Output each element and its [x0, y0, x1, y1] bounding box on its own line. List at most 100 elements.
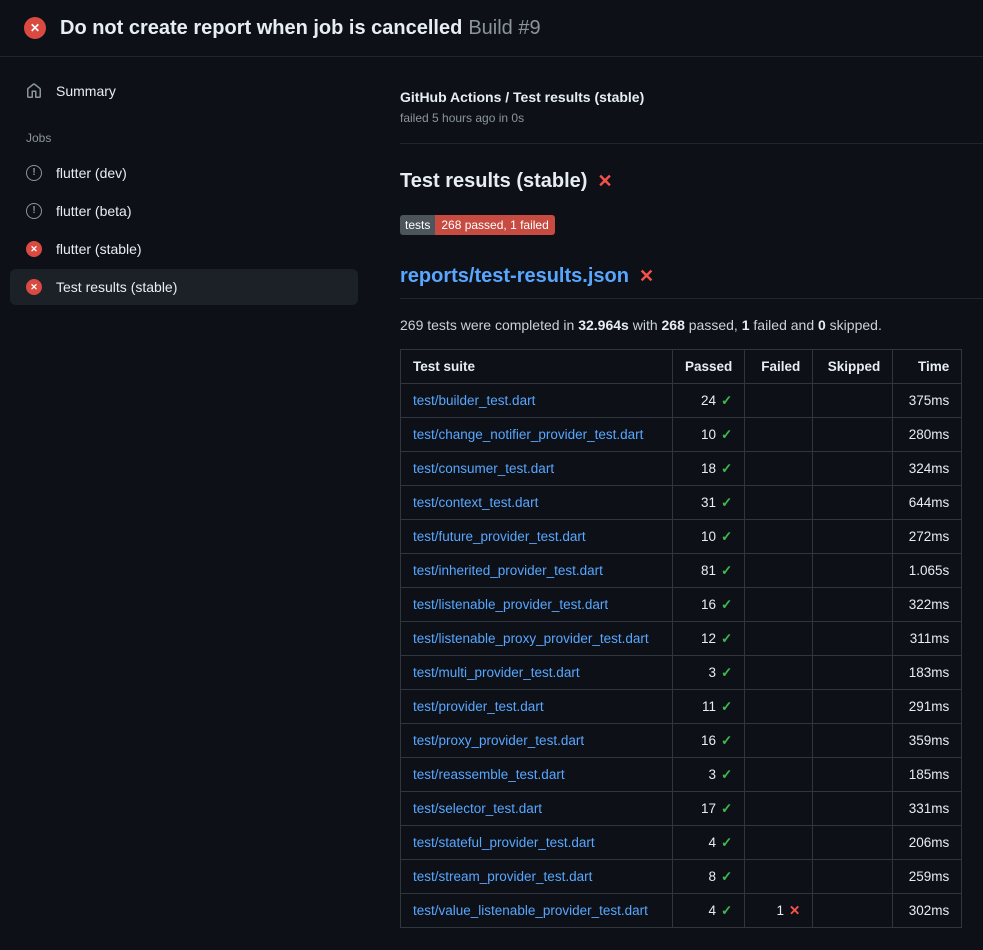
failed-icon: ✕ — [26, 241, 42, 257]
summary-number: 1 — [742, 317, 750, 333]
sidebar-jobs: !flutter (dev)!flutter (beta)✕flutter (s… — [10, 155, 358, 305]
main-content: GitHub Actions / Test results (stable) f… — [368, 57, 983, 950]
suite-cell: test/listenable_proxy_provider_test.dart — [401, 622, 673, 656]
skipped-cell — [813, 452, 893, 486]
divider — [400, 143, 983, 144]
suite-cell: test/stateful_provider_test.dart — [401, 826, 673, 860]
suite-cell: test/listenable_provider_test.dart — [401, 588, 673, 622]
suite-link[interactable]: test/selector_test.dart — [413, 801, 542, 816]
failed-x-icon: ✕ — [597, 171, 612, 192]
table-row: test/multi_provider_test.dart3✓183ms — [401, 656, 962, 690]
suite-cell: test/context_test.dart — [401, 486, 673, 520]
table-row: test/change_notifier_provider_test.dart 1… — [401, 418, 962, 452]
time-cell: 302ms — [893, 894, 962, 928]
sidebar-item-summary[interactable]: Summary — [10, 73, 358, 109]
skipped-cell — [813, 418, 893, 452]
home-icon — [26, 83, 42, 99]
table-row: test/provider_test.dart11✓291ms — [401, 690, 962, 724]
failed-cell: 1✕ — [745, 894, 813, 928]
suite-link[interactable]: test/consumer_test.dart — [413, 461, 554, 476]
table-row: test/future_provider_test.dart10✓272ms — [401, 520, 962, 554]
suite-link[interactable]: test/value_listenable_provider_test.dart — [413, 903, 648, 918]
suite-link[interactable]: test/provider_test.dart — [413, 699, 544, 714]
summary-fragment: failed and — [750, 317, 819, 333]
failed-cell — [745, 418, 813, 452]
report-heading: reports/test-results.json ✕ — [400, 265, 983, 299]
build-title: Do not create report when job is cancell… — [60, 17, 462, 39]
tests-badge: tests 268 passed, 1 failed — [400, 215, 555, 235]
check-icon: ✓ — [721, 597, 732, 612]
check-icon: ✓ — [721, 835, 732, 850]
passed-cell: 81✓ — [673, 554, 745, 588]
summary-fragment: skipped. — [826, 317, 882, 333]
suite-cell: test/provider_test.dart — [401, 690, 673, 724]
sidebar: Summary Jobs !flutter (dev)!flutter (bet… — [0, 57, 368, 950]
passed-cell: 31✓ — [673, 486, 745, 520]
breadcrumb: GitHub Actions / Test results (stable) — [400, 89, 983, 105]
failed-icon: ✕ — [26, 279, 42, 295]
passed-cell: 11✓ — [673, 690, 745, 724]
sidebar-item-job[interactable]: !flutter (beta) — [10, 193, 358, 229]
suite-cell: test/consumer_test.dart — [401, 452, 673, 486]
suite-cell: test/value_listenable_provider_test.dart — [401, 894, 673, 928]
passed-cell: 16✓ — [673, 588, 745, 622]
passed-count: 17 — [701, 801, 716, 816]
time-cell: 280ms — [893, 418, 962, 452]
failed-cell — [745, 520, 813, 554]
suite-link[interactable]: test/stateful_provider_test.dart — [413, 835, 595, 850]
table-row: test/builder_test.dart24✓375ms — [401, 384, 962, 418]
passed-count: 4 — [708, 903, 716, 918]
check-icon: ✓ — [721, 903, 732, 918]
failed-cell — [745, 384, 813, 418]
passed-count: 10 — [701, 427, 716, 442]
suite-link[interactable]: test/listenable_proxy_provider_test.dart — [413, 631, 649, 646]
table-row: test/selector_test.dart17✓331ms — [401, 792, 962, 826]
suite-link[interactable]: test/proxy_provider_test.dart — [413, 733, 584, 748]
skipped-cell — [813, 554, 893, 588]
passed-count: 4 — [708, 835, 716, 850]
suite-link[interactable]: test/stream_provider_test.dart — [413, 869, 592, 884]
failed-cell — [745, 860, 813, 894]
table-row: test/stream_provider_test.dart8✓259ms — [401, 860, 962, 894]
time-cell: 644ms — [893, 486, 962, 520]
suite-link[interactable]: test/multi_provider_test.dart — [413, 665, 580, 680]
table-row: test/listenable_proxy_provider_test.dart… — [401, 622, 962, 656]
passed-cell: 18✓ — [673, 452, 745, 486]
passed-count: 10 — [701, 529, 716, 544]
col-header-skipped: Skipped — [813, 350, 893, 384]
failed-cell — [745, 792, 813, 826]
sidebar-item-job[interactable]: ✕flutter (stable) — [10, 231, 358, 267]
failed-cell — [745, 690, 813, 724]
sidebar-item-job[interactable]: !flutter (dev) — [10, 155, 358, 191]
failed-cell — [745, 452, 813, 486]
report-link[interactable]: reports/test-results.json — [400, 265, 629, 288]
suite-link[interactable]: test/listenable_provider_test.dart — [413, 597, 608, 612]
col-header-passed: Passed — [673, 350, 745, 384]
time-cell: 185ms — [893, 758, 962, 792]
suite-link[interactable]: test/context_test.dart — [413, 495, 538, 510]
skipped-cell — [813, 656, 893, 690]
passed-count: 81 — [701, 563, 716, 578]
suite-link[interactable]: test/reassemble_test.dart — [413, 767, 565, 782]
build-header: ✕ Do not create report when job is cance… — [0, 0, 983, 57]
failed-count: 1 — [776, 903, 784, 918]
table-row: test/reassemble_test.dart3✓185ms — [401, 758, 962, 792]
time-cell: 1.065s — [893, 554, 962, 588]
check-icon: ✓ — [721, 529, 732, 544]
suite-link[interactable]: test/change_notifier_provider_test.dart — [413, 427, 643, 442]
skipped-cell — [813, 690, 893, 724]
skipped-cell — [813, 792, 893, 826]
suite-link[interactable]: test/builder_test.dart — [413, 393, 535, 408]
suite-link[interactable]: test/future_provider_test.dart — [413, 529, 586, 544]
sidebar-item-job[interactable]: ✕Test results (stable) — [10, 269, 358, 305]
summary-fragment: with — [629, 317, 662, 333]
passed-cell: 10 ✓ — [673, 520, 745, 554]
table-row: test/context_test.dart 31✓ 644ms — [401, 486, 962, 520]
skipped-cell — [813, 622, 893, 656]
suite-link[interactable]: test/inherited_provider_test.dart — [413, 563, 603, 578]
cross-icon: ✕ — [789, 903, 800, 918]
passed-cell: 4✓ — [673, 826, 745, 860]
failed-x-icon: ✕ — [639, 266, 654, 287]
build-failed-icon: ✕ — [24, 17, 46, 39]
failed-cell — [745, 554, 813, 588]
